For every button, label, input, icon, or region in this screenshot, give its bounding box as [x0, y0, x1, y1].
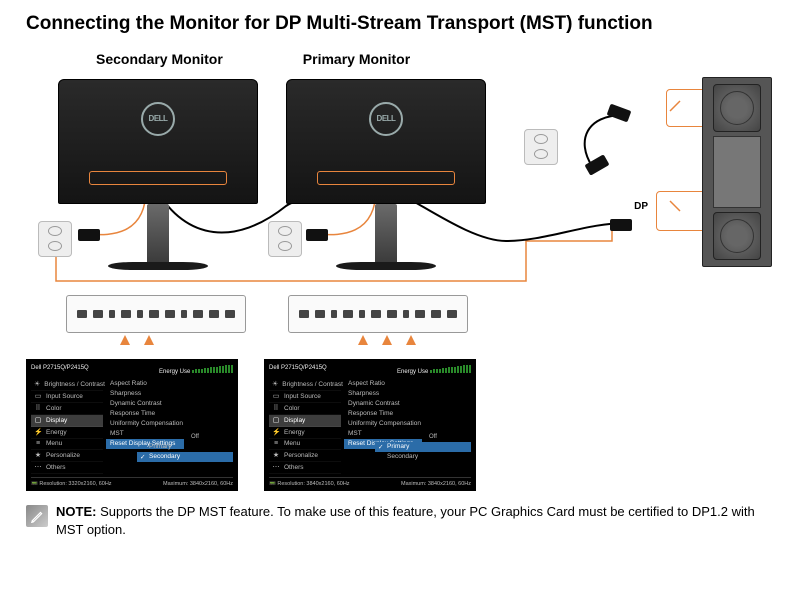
- dp-plug-icon: [610, 219, 632, 231]
- io-panel: [713, 136, 761, 208]
- osd-resolution: 📟 Resolution: 3320x2160, 60Hz: [31, 481, 112, 487]
- osd-menu-item: ☀Brightness / Contrast: [31, 379, 103, 391]
- osd-submenu-item: Sharpness: [344, 389, 422, 399]
- power-outlet-icon: [38, 221, 72, 257]
- power-plug-icon: [306, 229, 328, 241]
- osd-submenu-item: Uniformity Compensation: [106, 419, 184, 429]
- fan-icon: [713, 84, 761, 132]
- osd-model: Dell P2715Q/P2415Q: [31, 365, 89, 375]
- osd-maximum: Maximum: 3840x2160, 60Hz: [401, 481, 471, 487]
- arrow-up-icon: [382, 335, 392, 345]
- arrow-indicators-primary: [356, 335, 418, 345]
- pc-power-callout: [666, 89, 706, 127]
- pc-tower: [702, 77, 772, 267]
- osd-option-primary: Primary: [375, 442, 471, 452]
- osd-submenu-item: Response Time: [106, 409, 184, 419]
- pc-dp-callout: [656, 191, 706, 231]
- pc-power-cord-icon: [584, 154, 609, 175]
- osd-submenu-item: Sharpness: [106, 389, 184, 399]
- note-label: NOTE:: [56, 504, 96, 519]
- arrow-up-icon: [358, 335, 368, 345]
- port-panel-secondary: [66, 295, 246, 333]
- power-outlet-icon: [524, 129, 558, 165]
- osd-menu-item: ☀Brightness / Contrast: [269, 379, 341, 391]
- power-outlet-icon: [268, 221, 302, 257]
- osd-menu-item: ⠿Color: [31, 403, 103, 415]
- dell-logo-icon: DELL: [141, 102, 175, 136]
- osd-submenu-item: Uniformity Compensation: [344, 419, 422, 429]
- osd-menu-item: ▭Input Source: [31, 391, 103, 403]
- monitor-labels: Secondary Monitor Primary Monitor: [26, 51, 772, 67]
- osd-option-secondary: Secondary: [375, 452, 471, 462]
- osd-menu-item: ⚡Energy: [269, 427, 341, 439]
- osd-menu-item: ★Personalize: [269, 450, 341, 462]
- osd-menu-item: ▢Display: [269, 415, 341, 427]
- osd-option-primary: Primary: [137, 442, 233, 452]
- primary-monitor-label: Primary Monitor: [303, 51, 410, 67]
- secondary-monitor-label: Secondary Monitor: [96, 51, 223, 67]
- arrow-up-icon: [406, 335, 416, 345]
- osd-menu-item: ≡Menu: [31, 439, 103, 450]
- page-title: Connecting the Monitor for DP Multi-Stre…: [26, 12, 772, 37]
- osd-menu-item: ▢Display: [31, 415, 103, 427]
- osd-menu-item: ⠿Color: [269, 403, 341, 415]
- osd-primary: Dell P2715Q/P2415Q Energy Use ☀Brightness…: [264, 359, 476, 491]
- osd-menu-item: ⋯Others: [31, 462, 103, 474]
- secondary-monitor: DELL: [58, 79, 258, 270]
- dell-logo-icon: DELL: [369, 102, 403, 136]
- osd-submenu-item: Aspect Ratio: [344, 379, 422, 389]
- osd-option-secondary: Secondary: [137, 452, 233, 462]
- port-panel-primary: [288, 295, 468, 333]
- osd-screenshots: Dell P2715Q/P2415Q Energy Use ☀Brightness…: [26, 359, 772, 491]
- osd-menu-item: ▭Input Source: [269, 391, 341, 403]
- arrow-indicators-secondary: [118, 335, 156, 345]
- osd-submenu-item: MST: [344, 429, 422, 439]
- osd-menu-item: ★Personalize: [31, 450, 103, 462]
- dp-label: DP: [634, 201, 648, 212]
- power-plug-icon: [78, 229, 100, 241]
- osd-menu-item: ⚡Energy: [31, 427, 103, 439]
- note-text: NOTE: Supports the DP MST feature. To ma…: [56, 503, 772, 539]
- osd-secondary: Dell P2715Q/P2415Q Energy Use ☀Brightness…: [26, 359, 238, 491]
- osd-energy: Energy Use: [159, 365, 233, 375]
- osd-submenu-item: Dynamic Contrast: [344, 399, 422, 409]
- arrow-up-icon: [144, 335, 154, 345]
- osd-energy: Energy Use: [397, 365, 471, 375]
- pc-power-plug-icon: [607, 103, 632, 122]
- osd-mst-value: Off: [425, 433, 471, 442]
- osd-model: Dell P2715Q/P2415Q: [269, 365, 327, 375]
- osd-mst-value: Off: [187, 433, 233, 442]
- osd-submenu-item: Response Time: [344, 409, 422, 419]
- osd-resolution: 📟 Resolution: 3840x2160, 60Hz: [269, 481, 350, 487]
- osd-submenu-item: MST: [106, 429, 184, 439]
- note-box: NOTE: Supports the DP MST feature. To ma…: [26, 503, 772, 539]
- primary-monitor: DELL: [286, 79, 486, 270]
- osd-menu-item: ≡Menu: [269, 439, 341, 450]
- osd-submenu-item: Aspect Ratio: [106, 379, 184, 389]
- fan-icon: [713, 212, 761, 260]
- connection-diagram: DELL DELL DP: [26, 71, 772, 351]
- osd-menu-item: ⋯Others: [269, 462, 341, 474]
- arrow-up-icon: [120, 335, 130, 345]
- osd-submenu-item: Dynamic Contrast: [106, 399, 184, 409]
- note-icon: [26, 505, 48, 527]
- note-body: Supports the DP MST feature. To make use…: [56, 504, 755, 537]
- osd-maximum: Maximum: 3840x2160, 60Hz: [163, 481, 233, 487]
